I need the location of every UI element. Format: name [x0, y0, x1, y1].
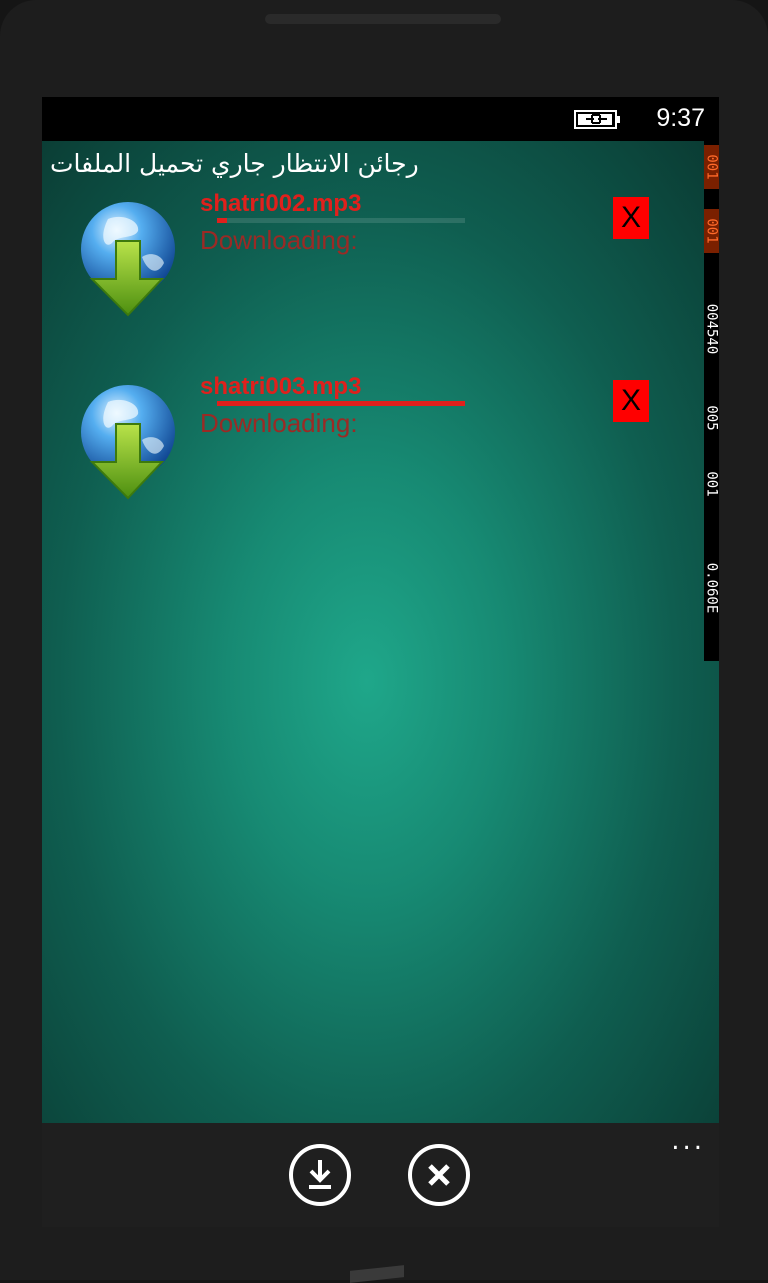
- status-time: 9:37: [656, 104, 705, 132]
- counter-value: 001: [703, 471, 719, 497]
- cancel-download-button[interactable]: X: [613, 197, 649, 239]
- download-filename: shatri002.mp3: [200, 190, 362, 217]
- phone-frame: 9:37 رجائن الانتظار جاري تحميل الملفات s…: [0, 0, 768, 1283]
- download-status: Downloading:: [200, 225, 358, 255]
- download-filename: shatri003.mp3: [200, 373, 362, 400]
- cancel-download-button[interactable]: X: [613, 380, 649, 422]
- status-bar: 9:37: [42, 97, 719, 141]
- page-title: رجائن الانتظار جاري تحميل الملفات: [50, 149, 419, 178]
- battery-charging-icon: [574, 110, 620, 129]
- download-status: Downloading:: [200, 408, 358, 438]
- download-item: shatri002.mp3 Downloading: X: [42, 190, 719, 345]
- application-bar: ...: [42, 1123, 719, 1227]
- cancel-all-button[interactable]: [408, 1144, 470, 1206]
- counter-value: 001: [704, 209, 719, 253]
- frame-rate-counter: 001 001 004540 005 001 0.060E: [704, 141, 719, 661]
- speaker-grille: [265, 14, 501, 24]
- more-options-button[interactable]: ...: [671, 1128, 705, 1154]
- windows-logo-icon: [350, 1265, 404, 1283]
- download-page: رجائن الانتظار جاري تحميل الملفات shatri…: [42, 141, 719, 1123]
- globe-download-icon: [81, 202, 175, 317]
- start-download-button[interactable]: [289, 1144, 351, 1206]
- close-icon: [428, 1164, 450, 1186]
- download-item: shatri003.mp3 Downloading: X: [42, 373, 719, 528]
- download-icon: [309, 1160, 331, 1189]
- download-progress-bar: [217, 218, 465, 223]
- counter-value: 005: [703, 405, 719, 431]
- globe-download-icon: [81, 385, 175, 500]
- counter-value: 001: [704, 145, 719, 189]
- counter-value: 004540: [703, 303, 719, 355]
- download-progress-fill: [217, 218, 227, 223]
- screen: 9:37 رجائن الانتظار جاري تحميل الملفات s…: [42, 97, 719, 1227]
- download-progress-bar: [217, 401, 465, 406]
- counter-value: 0.060E: [703, 562, 719, 614]
- download-progress-fill: [217, 401, 465, 406]
